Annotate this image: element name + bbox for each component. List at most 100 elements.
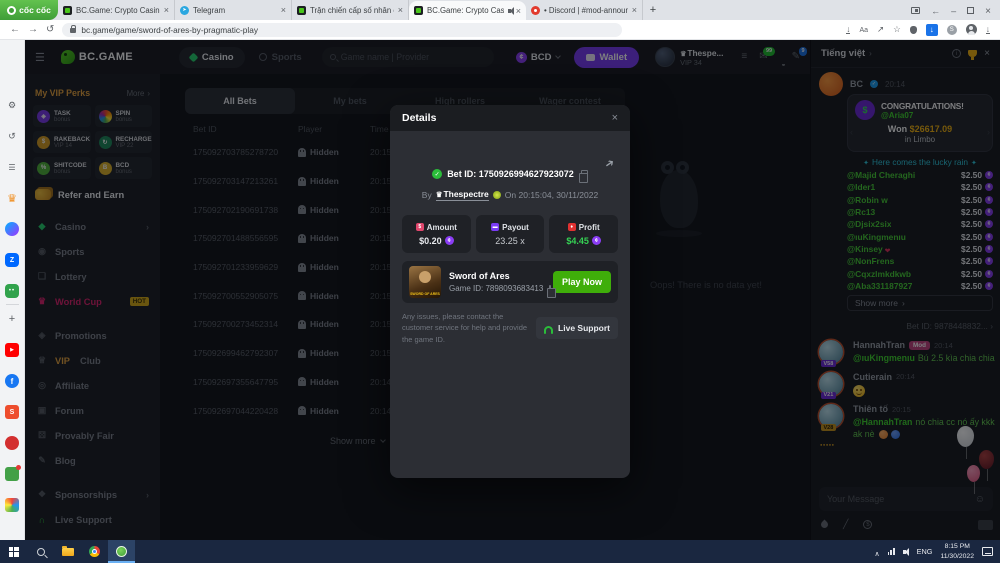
tab-audio-icon[interactable] <box>507 6 514 15</box>
tab-favicon <box>180 5 189 15</box>
browser-extensions <box>846 23 990 36</box>
browser-side-strip <box>0 40 25 562</box>
app-shortcut-icon[interactable] <box>5 436 19 450</box>
bcd-coin-icon <box>591 236 601 245</box>
bet-stats: Amount $0.20 Payout 23.25 x Profit $4.45 <box>402 215 619 253</box>
minimize-button[interactable] <box>951 1 956 19</box>
add-shortcut-icon[interactable] <box>5 312 19 326</box>
start-button[interactable] <box>0 540 27 563</box>
bookmark-star-icon[interactable] <box>893 25 901 34</box>
tab-close-icon[interactable] <box>164 5 169 15</box>
game-thumbnail[interactable] <box>409 266 441 298</box>
reload-button[interactable] <box>46 25 54 35</box>
shopee-icon[interactable] <box>5 405 19 419</box>
browser-tab[interactable]: Trận chiến cấp số nhân chơi <box>292 0 409 20</box>
stat-box: Profit $4.45 <box>549 215 619 253</box>
player-name-link[interactable]: Thespectre <box>435 189 489 201</box>
extension-icon[interactable] <box>946 24 957 35</box>
download-manager-icon[interactable] <box>925 23 938 36</box>
modal-title: Details <box>402 112 437 124</box>
taskbar-clock[interactable]: 8:15 PM 11/30/2022 <box>940 542 974 560</box>
bcd-coin-icon <box>444 236 454 245</box>
volume-icon[interactable] <box>902 547 909 556</box>
coccoc-logo-icon <box>7 5 17 15</box>
bet-id-text: Bet ID: 1750926994627923072 <box>447 169 574 179</box>
messenger-icon[interactable] <box>5 222 19 236</box>
network-icon[interactable] <box>887 548 895 555</box>
stat-icon <box>491 223 500 231</box>
url-text: bc.game/game/sword-of-ares-by-pragmatic-… <box>81 24 258 35</box>
modal-close-icon[interactable] <box>612 112 618 124</box>
restore-session-icon[interactable] <box>931 1 940 19</box>
games-icon[interactable] <box>5 284 19 298</box>
forward-button[interactable] <box>28 25 38 35</box>
tab-favicon <box>63 5 72 15</box>
url-field[interactable]: bc.game/game/sword-of-ares-by-pragmatic-… <box>62 22 623 37</box>
tab-close-icon[interactable] <box>632 5 637 15</box>
close-window-button[interactable] <box>985 1 991 19</box>
tab-favicon <box>414 6 423 15</box>
browser-tabs: BC.Game: Crypto Casino Gan Telegram Trận… <box>58 0 643 20</box>
bet-details-modal: Details Bet ID: 1750926994627923072 By T… <box>390 105 630 478</box>
tab-favicon <box>297 5 306 15</box>
newsfeed-icon[interactable] <box>5 160 19 174</box>
file-explorer-icon[interactable] <box>54 540 81 563</box>
taskbar-search-icon[interactable] <box>27 540 54 563</box>
divider <box>6 304 19 305</box>
tab-close-icon[interactable] <box>516 6 521 16</box>
browser-profile-icon[interactable] <box>965 24 977 35</box>
share-icon[interactable] <box>877 25 884 34</box>
keyboard-language[interactable]: ENG <box>917 547 933 556</box>
screen: cốc cốc BC.Game: Crypto Casino Gan Teleg… <box>0 0 1000 563</box>
adblock-shield-icon[interactable] <box>909 25 917 34</box>
tab-close-icon[interactable] <box>281 5 286 15</box>
browser-tab[interactable]: Telegram <box>175 0 292 20</box>
browser-tab-strip: cốc cốc BC.Game: Crypto Casino Gan Teleg… <box>0 0 1000 20</box>
browser-tab[interactable]: BC.Game: Crypto Casino <box>409 1 526 20</box>
app-shortcut-icon[interactable] <box>5 498 19 512</box>
play-now-button[interactable]: Play Now <box>552 271 611 293</box>
window-controls <box>902 0 1000 20</box>
reading-panel-icon[interactable] <box>911 6 921 14</box>
stat-icon <box>415 223 424 231</box>
settings-icon[interactable] <box>5 98 19 112</box>
chrome-icon[interactable] <box>81 540 108 563</box>
bcgame-app: BC.GAME Casino Sports BCD Wallet <box>25 40 1000 540</box>
new-tab-button[interactable] <box>643 0 663 20</box>
back-button[interactable] <box>10 25 20 35</box>
windows-taskbar: ENG 8:15 PM 11/30/2022 <box>0 540 1000 563</box>
stat-icon <box>567 223 576 231</box>
brand-label: cốc cốc <box>19 5 51 15</box>
support-note: Any issues, please contact the customer … <box>402 312 528 344</box>
coccoc-brand-button[interactable]: cốc cốc <box>0 0 58 20</box>
tab-favicon <box>531 5 540 15</box>
translate-icon[interactable] <box>859 25 868 34</box>
maximize-button[interactable] <box>967 6 975 14</box>
game-id-text: Game ID: 7898093683413 <box>449 284 544 293</box>
live-support-button[interactable]: Live Support <box>536 316 618 339</box>
youtube-icon[interactable] <box>5 343 19 357</box>
copy-icon[interactable] <box>547 284 557 298</box>
action-center-icon[interactable] <box>982 547 993 556</box>
headset-icon <box>544 325 554 334</box>
app-shortcut-icon[interactable] <box>5 465 21 481</box>
browser-tab[interactable]: BC.Game: Crypto Casino Gan <box>58 0 175 20</box>
facebook-icon[interactable] <box>5 374 19 388</box>
lock-icon[interactable] <box>70 25 77 33</box>
copy-icon[interactable] <box>578 170 588 183</box>
history-icon[interactable] <box>5 129 19 143</box>
browser-tab[interactable]: • Discord | #mod-announc <box>526 0 643 20</box>
system-tray: ENG 8:15 PM 11/30/2022 <box>874 542 1000 560</box>
tab-close-icon[interactable] <box>398 5 403 15</box>
stat-box: Payout 23.25 x <box>475 215 545 253</box>
coccoc-taskbar-icon[interactable] <box>108 540 135 563</box>
zalo-icon[interactable] <box>5 253 19 267</box>
verified-shield-icon <box>432 169 443 179</box>
stat-box: Amount $0.20 <box>402 215 471 253</box>
hidden-icons-caret[interactable] <box>874 543 879 561</box>
save-page-icon[interactable] <box>846 25 851 35</box>
game-card: Sword of Ares Game ID: 7898093683413 Pla… <box>402 261 618 303</box>
crown-icon[interactable] <box>5 191 19 205</box>
address-bar: bc.game/game/sword-of-ares-by-pragmatic-… <box>0 20 1000 40</box>
downloads-tray-icon[interactable] <box>985 25 990 35</box>
